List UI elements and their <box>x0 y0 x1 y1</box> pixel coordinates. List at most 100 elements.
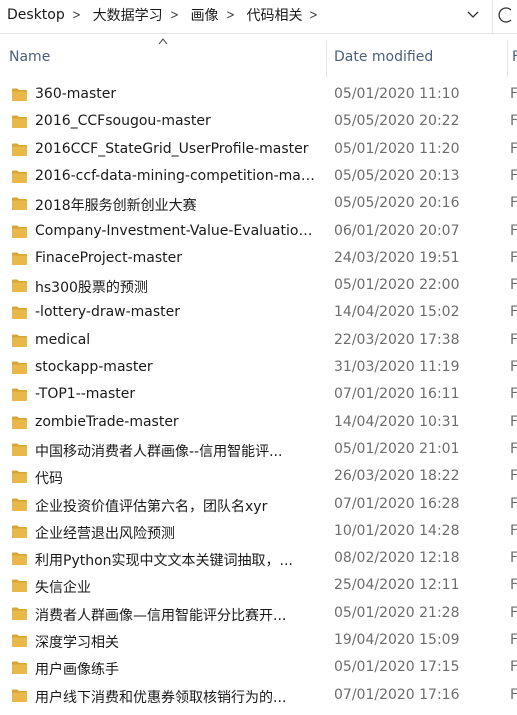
file-name: 中国移动消费者人群画像--信用智能评... <box>35 443 283 460</box>
file-row[interactable]: stockapp-master 31/03/2020 11:19 F <box>0 355 517 382</box>
file-date-modified: 05/01/2020 21:01 <box>334 440 460 457</box>
file-date-modified: 07/01/2020 16:11 <box>334 386 460 403</box>
file-date-modified: 19/04/2020 15:09 <box>334 632 460 648</box>
folder-icon <box>12 689 27 702</box>
breadcrumb-item-bigdata[interactable]: 大数据学习 <box>86 5 165 25</box>
file-row[interactable]: 中国移动消费者人群画像--信用智能评... 05/01/2020 21:01 F <box>0 437 517 464</box>
file-row[interactable]: -TOP1--master 07/01/2020 16:11 F <box>0 382 517 409</box>
file-name: -TOP1--master <box>35 386 136 403</box>
folder-icon <box>12 361 27 374</box>
file-date-modified: 05/01/2020 21:28 <box>334 604 460 621</box>
folder-icon <box>12 470 27 484</box>
file-name: -lottery-draw-master <box>35 304 181 321</box>
file-type: F <box>510 331 517 348</box>
breadcrumb-chevron-icon[interactable]: > <box>69 8 84 23</box>
file-type: F <box>510 440 517 457</box>
column-divider[interactable] <box>507 41 508 77</box>
folder-icon <box>12 443 27 456</box>
file-name: 2016_CCFsougou-master <box>35 113 211 130</box>
file-date-modified: 14/04/2020 10:31 <box>334 413 460 430</box>
file-type: F <box>510 659 517 676</box>
file-row[interactable]: 360-master 05/01/2020 11:10 F <box>0 82 517 109</box>
file-row[interactable]: 代码 26/03/2020 18:22 F <box>0 464 517 491</box>
file-type: F <box>510 249 517 266</box>
file-date-modified: 06/01/2020 20:07 <box>334 222 460 239</box>
file-name: 消费者人群画像—信用智能评分比赛开... <box>35 607 287 624</box>
file-row[interactable]: Company-Investment-Value-Evaluation-... 0… <box>0 219 517 246</box>
file-row[interactable]: 2016-ccf-data-mining-competition-mast...… <box>0 164 517 191</box>
file-type: F <box>510 86 517 102</box>
file-row[interactable]: zombieTrade-master 14/04/2020 10:31 F <box>0 410 517 437</box>
divider <box>492 0 493 34</box>
file-name: 2018年服务创新创业大赛 <box>35 198 197 215</box>
folder-icon <box>12 634 27 647</box>
file-type: F <box>510 522 517 539</box>
file-name: 失信企业 <box>35 580 91 597</box>
file-type: F <box>510 113 517 130</box>
folder-icon <box>12 225 27 238</box>
file-row[interactable]: FinaceProject-master 24/03/2020 19:51 F <box>0 246 517 273</box>
breadcrumb-item-code[interactable]: 代码相关 <box>239 5 304 25</box>
file-date-modified: 24/03/2020 19:51 <box>334 249 460 266</box>
file-row[interactable]: 2016_CCFsougou-master 05/05/2020 20:22 F <box>0 109 517 136</box>
file-name: 2016-ccf-data-mining-competition-mast... <box>35 167 315 184</box>
folder-icon <box>12 170 27 183</box>
file-type: F <box>510 577 517 594</box>
file-row[interactable]: 2018年服务创新创业大赛 05/05/2020 20:16 F <box>0 191 517 218</box>
file-row[interactable]: 利用Python实现中文文本关键词抽取，... 08/02/2020 12:18 F <box>0 546 517 573</box>
file-row[interactable]: 2016CCF_StateGrid_UserProfile-master 05/0… <box>0 137 517 164</box>
address-history-button[interactable] <box>463 5 483 25</box>
file-row[interactable]: 深度学习相关 19/04/2020 15:09 F <box>0 628 517 655</box>
file-date-modified: 05/01/2020 11:10 <box>334 86 460 102</box>
file-date-modified: 08/02/2020 12:18 <box>334 550 460 567</box>
folder-icon <box>12 498 27 511</box>
breadcrumb-item-profile[interactable]: 画像 <box>184 5 221 25</box>
folder-icon <box>12 115 27 129</box>
file-type: F <box>510 632 517 648</box>
folder-icon <box>12 579 27 593</box>
file-row[interactable]: 消费者人群画像—信用智能评分比赛开... 05/01/2020 21:28 F <box>0 601 517 628</box>
file-type: F <box>510 686 517 703</box>
folder-icon <box>12 525 27 538</box>
chevron-down-icon <box>467 11 479 18</box>
file-date-modified: 05/05/2020 20:16 <box>334 195 460 212</box>
file-row[interactable]: 用户画像练手 05/01/2020 17:15 F <box>0 655 517 682</box>
file-row[interactable]: 企业经营退出风险预测 10/01/2020 14:28 F <box>0 519 517 546</box>
file-name: 2016CCF_StateGrid_UserProfile-master <box>35 140 309 157</box>
file-row[interactable]: 用户线下消费和优惠券领取核销行为的... 07/01/2020 17:16 F <box>0 683 517 710</box>
file-name: zombieTrade-master <box>35 413 179 430</box>
column-date-header[interactable]: Date modified <box>334 49 433 65</box>
column-type-header[interactable]: F <box>512 49 517 65</box>
file-name: hs300股票的预测 <box>35 280 148 297</box>
file-row[interactable]: 企业投资价值评估第六名，团队名xyr 07/01/2020 16:28 F <box>0 492 517 519</box>
folder-icon <box>12 306 27 320</box>
breadcrumb-item-desktop[interactable]: Desktop <box>0 7 67 23</box>
folder-icon <box>12 552 27 566</box>
folder-icon <box>12 143 27 156</box>
address-bar[interactable]: Desktop > 大数据学习 > 画像 > 代码相关 > <box>0 0 517 34</box>
file-type: F <box>510 386 517 403</box>
file-name: 利用Python实现中文文本关键词抽取，... <box>35 553 293 570</box>
breadcrumb: Desktop > 大数据学习 > 画像 > 代码相关 > <box>0 0 480 30</box>
breadcrumb-chevron-icon[interactable]: > <box>222 8 237 23</box>
refresh-button[interactable] <box>497 5 517 25</box>
folder-icon <box>12 252 27 265</box>
file-name: 企业经营退出风险预测 <box>35 525 175 542</box>
file-row[interactable]: hs300股票的预测 05/01/2020 22:00 F <box>0 273 517 300</box>
column-divider[interactable] <box>326 41 327 77</box>
file-date-modified: 10/01/2020 14:28 <box>334 522 460 539</box>
file-name: 深度学习相关 <box>35 635 119 651</box>
file-row[interactable]: medical 22/03/2020 17:38 F <box>0 328 517 355</box>
file-date-modified: 05/05/2020 20:13 <box>334 167 460 184</box>
folder-icon <box>12 197 27 211</box>
column-name-header[interactable]: Name <box>9 49 50 65</box>
folder-icon <box>12 334 27 347</box>
file-row[interactable]: 失信企业 25/04/2020 12:11 F <box>0 573 517 600</box>
file-type: F <box>510 140 517 157</box>
breadcrumb-chevron-icon[interactable]: > <box>306 8 321 23</box>
file-type: F <box>510 468 517 485</box>
file-name: 代码 <box>35 471 63 488</box>
file-row[interactable]: -lottery-draw-master 14/04/2020 15:02 F <box>0 300 517 327</box>
file-type: F <box>510 167 517 184</box>
breadcrumb-chevron-icon[interactable]: > <box>167 8 182 23</box>
